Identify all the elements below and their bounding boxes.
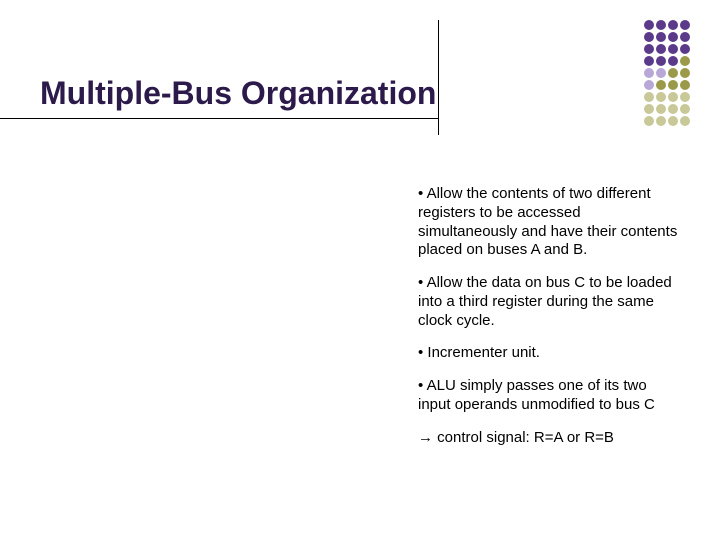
bullet-item: • Allow the data on bus C to be loaded i… bbox=[418, 274, 678, 330]
slide-title: Multiple-Bus Organization bbox=[40, 75, 436, 112]
bullet-item: • Incrementer unit. bbox=[418, 344, 678, 363]
decorative-dots bbox=[644, 20, 690, 128]
vertical-divider bbox=[438, 20, 439, 135]
bullet-item: • Allow the contents of two different re… bbox=[418, 185, 678, 260]
bullet-list: • Allow the contents of two different re… bbox=[418, 185, 678, 461]
bullet-item: • ALU simply passes one of its two input… bbox=[418, 377, 678, 415]
title-underline bbox=[0, 118, 438, 119]
bullet-item: → control signal: R=A or R=B bbox=[418, 429, 678, 448]
